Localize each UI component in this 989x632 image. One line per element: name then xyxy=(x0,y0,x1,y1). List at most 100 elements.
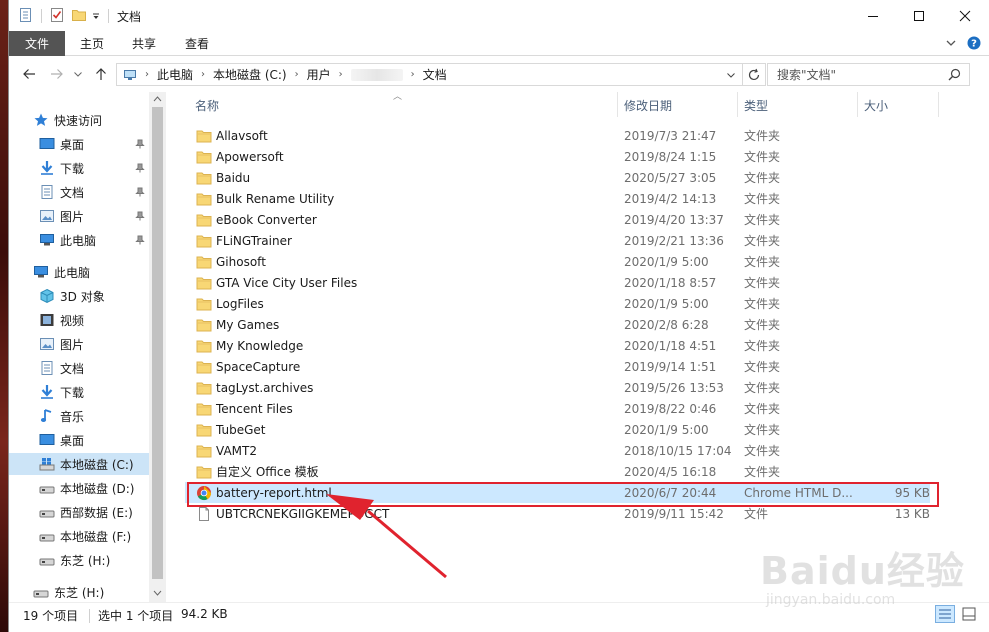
address-bar[interactable]: › 此电脑 › 本地磁盘 (C:) › 用户 › › 文档 xyxy=(116,63,766,86)
nav-videos[interactable]: 视频 xyxy=(9,309,149,331)
search-input[interactable]: 搜索"文档" xyxy=(767,63,970,86)
nav-music[interactable]: 音乐 xyxy=(9,405,149,427)
file-name: FLiNGTrainer xyxy=(216,233,292,248)
file-row[interactable]: tagLyst.archives 2019/5/26 13:53 文件夹 xyxy=(185,377,930,398)
nav-drive-d[interactable]: 本地磁盘 (D:) xyxy=(9,477,149,499)
close-button[interactable] xyxy=(942,0,988,31)
scrollbar-thumb[interactable] xyxy=(152,107,163,579)
forward-button[interactable] xyxy=(49,66,65,82)
pin-icon[interactable] xyxy=(135,187,145,197)
column-divider[interactable] xyxy=(617,92,618,117)
nav-desktop[interactable]: 桌面 xyxy=(9,429,149,451)
breadcrumb-separator[interactable]: › xyxy=(339,69,343,80)
file-row[interactable]: Bulk Rename Utility 2019/4/2 14:13 文件夹 xyxy=(185,188,930,209)
nav-this-pc[interactable]: 此电脑 xyxy=(9,261,149,283)
refresh-icon[interactable] xyxy=(747,68,761,82)
customize-toolbar-icon[interactable] xyxy=(91,7,101,23)
watermark: Baidu经验 jingyan.baidu.com xyxy=(760,540,965,608)
pin-icon[interactable] xyxy=(135,139,145,149)
details-view-icon[interactable] xyxy=(935,605,955,623)
nav-desktop-pinned[interactable]: 桌面 xyxy=(9,133,149,155)
file-row[interactable]: Baidu 2020/5/27 3:05 文件夹 xyxy=(185,167,930,188)
pin-icon[interactable] xyxy=(135,211,145,221)
file-row[interactable]: My Games 2020/2/8 6:28 文件夹 xyxy=(185,314,930,335)
file-row[interactable]: SpaceCapture 2019/9/14 1:51 文件夹 xyxy=(185,356,930,377)
nav-drive-c[interactable]: 本地磁盘 (C:) xyxy=(9,453,149,475)
column-type[interactable]: 类型 xyxy=(744,97,768,114)
nav-label: 3D 对象 xyxy=(60,289,105,304)
file-row[interactable]: GTA Vice City User Files 2020/1/18 8:57 文件… xyxy=(185,272,930,293)
file-row[interactable]: LogFiles 2020/1/9 5:00 文件夹 xyxy=(185,293,930,314)
scroll-up-icon[interactable] xyxy=(149,92,166,106)
nav-drive-f[interactable]: 本地磁盘 (F:) xyxy=(9,525,149,547)
desktop-background xyxy=(0,0,8,632)
large-icons-view-icon[interactable] xyxy=(959,605,979,623)
column-divider[interactable] xyxy=(857,92,858,117)
up-button[interactable] xyxy=(93,66,109,82)
chevron-down-icon[interactable] xyxy=(726,70,736,80)
breadcrumb-separator[interactable]: › xyxy=(145,69,149,80)
blurred-username[interactable] xyxy=(350,68,403,81)
file-row[interactable]: Gihosoft 2020/1/9 5:00 文件夹 xyxy=(185,251,930,272)
nav-documents-pinned[interactable]: 文档 xyxy=(9,181,149,203)
properties-icon[interactable] xyxy=(18,7,34,23)
breadcrumb-separator[interactable]: › xyxy=(411,69,415,80)
new-folder-icon[interactable] xyxy=(71,7,87,23)
breadcrumb-separator[interactable]: › xyxy=(201,69,205,80)
column-date[interactable]: 修改日期 xyxy=(624,97,672,114)
recent-locations-button[interactable] xyxy=(73,66,83,82)
minimize-button[interactable] xyxy=(850,0,896,31)
nav-pictures[interactable]: 图片 xyxy=(9,333,149,355)
file-name: Apowersoft xyxy=(216,149,284,164)
tab-home[interactable]: 主页 xyxy=(80,35,104,52)
file-row[interactable]: TubeGet 2020/1/9 5:00 文件夹 xyxy=(185,419,930,440)
column-divider[interactable] xyxy=(938,92,939,117)
help-icon[interactable]: ? xyxy=(967,36,981,50)
scroll-down-icon[interactable] xyxy=(149,586,166,600)
nav-3d-objects[interactable]: 3D 对象 xyxy=(9,285,149,307)
tab-file[interactable]: 文件 xyxy=(9,31,65,56)
column-size[interactable]: 大小 xyxy=(864,97,888,114)
tab-share[interactable]: 共享 xyxy=(132,35,156,52)
breadcrumb-separator[interactable]: › xyxy=(295,69,299,80)
nav-pictures-pinned[interactable]: 图片 xyxy=(9,205,149,227)
nav-drive-h[interactable]: 东芝 (H:) xyxy=(9,549,149,571)
folder-icon xyxy=(196,424,212,436)
nav-quick-access[interactable]: 快速访问 xyxy=(9,109,149,131)
pin-icon[interactable] xyxy=(135,163,145,173)
nav-downloads-pinned[interactable]: 下载 xyxy=(9,157,149,179)
breadcrumb-drive-c[interactable]: 本地磁盘 (C:) xyxy=(213,66,287,83)
checklist-icon[interactable] xyxy=(49,7,65,23)
breadcrumb-users[interactable]: 用户 xyxy=(307,66,331,83)
file-row[interactable]: VAMT2 2018/10/15 17:04 文件夹 xyxy=(185,440,930,461)
file-row[interactable]: Tencent Files 2019/8/22 0:46 文件夹 xyxy=(185,398,930,419)
nav-drive-e[interactable]: 西部数据 (E:) xyxy=(9,501,149,523)
file-row[interactable]: FLiNGTrainer 2019/2/21 13:36 文件夹 xyxy=(185,230,930,251)
nav-this-pc-pinned[interactable]: 此电脑 xyxy=(9,229,149,251)
column-name[interactable]: 名称 xyxy=(195,97,219,114)
file-row[interactable]: Apowersoft 2019/8/24 1:15 文件夹 xyxy=(185,146,930,167)
column-divider[interactable] xyxy=(737,92,738,117)
folder-icon xyxy=(196,151,212,163)
search-icon[interactable] xyxy=(948,68,961,81)
breadcrumb-this-pc[interactable]: 此电脑 xyxy=(157,66,193,83)
back-button[interactable] xyxy=(21,66,37,82)
music-note-icon xyxy=(40,409,52,422)
search-placeholder: 搜索"文档" xyxy=(777,68,837,82)
expand-ribbon-icon[interactable] xyxy=(945,37,957,49)
nav-external-h[interactable]: 东芝 (H:) xyxy=(9,581,149,602)
nav-scrollbar[interactable] xyxy=(149,92,166,602)
file-row[interactable]: My Knowledge 2020/1/18 4:51 文件夹 xyxy=(185,335,930,356)
file-row[interactable]: Allavsoft 2019/7/3 21:47 文件夹 xyxy=(185,125,930,146)
tab-view[interactable]: 查看 xyxy=(185,35,209,52)
pin-icon[interactable] xyxy=(135,235,145,245)
file-name: 自定义 Office 模板 xyxy=(216,465,319,479)
file-row[interactable]: eBook Converter 2019/4/20 13:37 文件夹 xyxy=(185,209,930,230)
selection-count: 选中 1 个项目 xyxy=(98,609,174,623)
computer-icon xyxy=(124,69,136,80)
nav-downloads[interactable]: 下载 xyxy=(9,381,149,403)
maximize-button[interactable] xyxy=(896,0,942,31)
breadcrumb-documents[interactable]: 文档 xyxy=(423,66,447,83)
nav-documents[interactable]: 文档 xyxy=(9,357,149,379)
file-row[interactable]: 自定义 Office 模板 2020/4/5 16:18 文件夹 xyxy=(185,461,930,482)
